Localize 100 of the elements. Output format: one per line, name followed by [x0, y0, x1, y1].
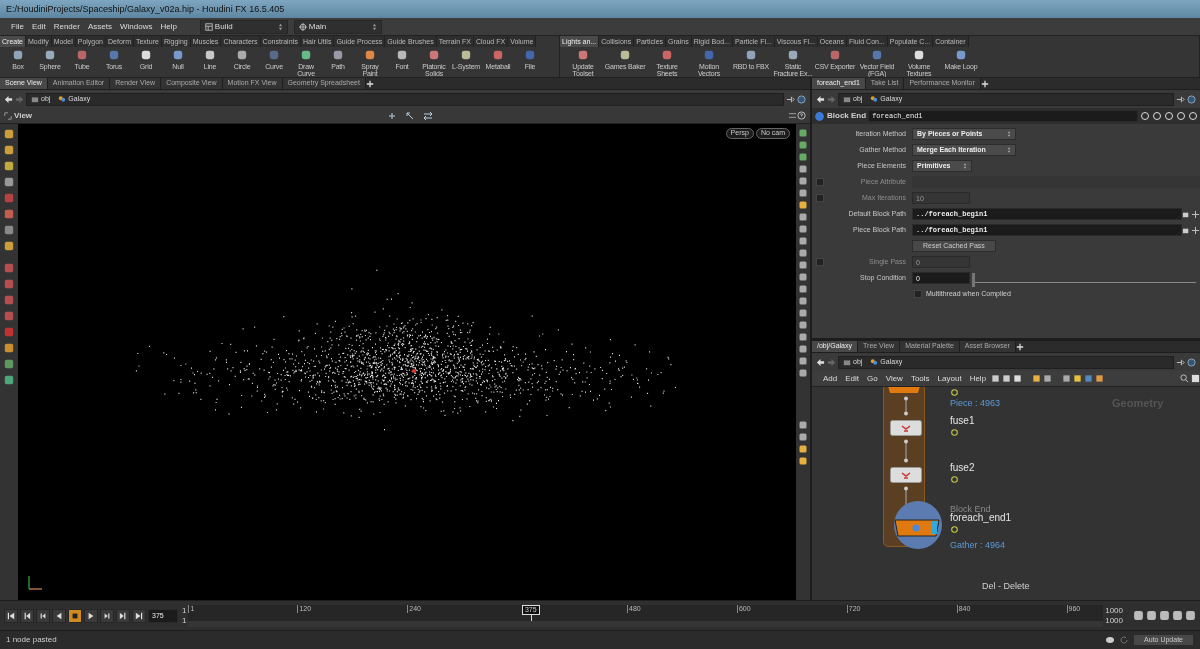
display-options-icon[interactable] — [788, 111, 797, 120]
menu-item[interactable]: File — [8, 21, 27, 32]
flag-icon — [951, 429, 958, 436]
dropdown[interactable]: Build — [199, 19, 288, 34]
next-frame-icon — [103, 611, 111, 620]
viewport-tool-icon[interactable] — [3, 240, 15, 252]
viewport-tool-icon[interactable] — [3, 208, 15, 220]
jump-icon[interactable] — [1191, 225, 1200, 235]
next-key-icon — [119, 611, 127, 620]
flag-icon — [951, 526, 958, 533]
menu-item[interactable]: Edit — [842, 373, 863, 384]
add-tab-icon[interactable] — [365, 79, 374, 88]
menu-item[interactable]: Help — [966, 373, 990, 384]
playback-button[interactable] — [20, 608, 34, 623]
shelf-tool-icon — [577, 49, 589, 61]
dropdown[interactable]: Main — [293, 19, 382, 34]
view-menu-icon[interactable] — [4, 111, 12, 120]
screen-icon[interactable] — [1191, 374, 1200, 383]
node-name: fuse1 — [950, 415, 975, 427]
menu-item[interactable]: Layout — [934, 373, 965, 384]
add-tab-icon[interactable] — [1015, 342, 1024, 351]
back-arrow-icon[interactable] — [4, 94, 13, 104]
grid-icon — [204, 22, 213, 31]
stop-icon — [71, 611, 79, 620]
playback-button[interactable] — [4, 608, 18, 623]
folder-icon — [843, 95, 851, 103]
playback-button[interactable] — [36, 608, 50, 623]
playback-button[interactable] — [100, 608, 114, 623]
slider-handle[interactable] — [972, 273, 975, 287]
swap-icon[interactable] — [423, 110, 434, 121]
viewport-tool-icon[interactable] — [3, 374, 15, 386]
fuse-node[interactable] — [890, 420, 922, 436]
shelf-tool-icon — [204, 49, 216, 61]
end-frame: 1000 — [1105, 615, 1123, 625]
node-info: Gather : 4964 — [950, 540, 1006, 551]
shelf-tool-icon — [268, 49, 280, 61]
playback-button[interactable] — [84, 608, 98, 623]
shelf-tool-icon — [12, 49, 24, 61]
playback-button[interactable] — [68, 608, 82, 623]
reverse-icon — [55, 611, 63, 620]
shelf-tool-icon — [44, 49, 56, 61]
node-type-label: Block End — [950, 504, 991, 514]
checkbox[interactable] — [914, 290, 922, 298]
menu-item[interactable]: Add — [820, 373, 841, 384]
shelf-tool-icon — [236, 49, 248, 61]
folder-icon — [843, 358, 851, 366]
shelf-tool-icon — [108, 49, 120, 61]
updown-icon — [371, 22, 377, 31]
viewport-tool-icon[interactable] — [3, 144, 15, 156]
playback-button[interactable] — [116, 608, 130, 623]
start-icon — [7, 611, 15, 620]
view-title: View — [14, 110, 33, 121]
shelf-tool-icon — [332, 49, 344, 61]
menu-item[interactable]: Windows — [116, 21, 156, 32]
shelf-tool-icon — [913, 49, 925, 61]
shelf-tool-icon — [661, 49, 673, 61]
viewport-tool-icon[interactable] — [3, 224, 15, 236]
menu-item[interactable]: Help — [157, 21, 180, 32]
block-end-node[interactable] — [894, 517, 940, 537]
shelf-tool-icon — [787, 49, 799, 61]
end-icon — [135, 611, 143, 620]
viewport-tool-icon[interactable] — [3, 358, 15, 370]
shelf-tool-icon — [428, 49, 440, 61]
flag-icon — [951, 389, 958, 396]
node-info: Piece : 4963 — [950, 398, 1001, 409]
prev-key-icon — [23, 611, 31, 620]
connector-line — [903, 396, 909, 416]
node-type-icon — [814, 110, 825, 122]
menu-item[interactable]: Assets — [84, 21, 115, 32]
prev-frame-icon — [39, 611, 47, 620]
node-name: fuse2 — [950, 462, 975, 474]
viewport-tool-icon[interactable] — [3, 128, 15, 140]
shelf-tool-icon — [619, 49, 631, 61]
shelf-tool-icon — [703, 49, 715, 61]
shelf-tool-icon — [140, 49, 152, 61]
start-frame: 1 — [182, 615, 187, 625]
back-arrow-icon[interactable] — [816, 94, 825, 104]
menu-item[interactable]: View — [882, 373, 906, 384]
chat-icon[interactable] — [1105, 635, 1116, 645]
menu-item[interactable]: Go — [864, 373, 881, 384]
fuse-node[interactable] — [890, 467, 922, 483]
menu-item[interactable]: Edit — [28, 21, 49, 32]
add-tab-icon[interactable] — [980, 79, 989, 88]
viewport-tool-icon[interactable] — [3, 176, 15, 188]
shelf-tool-icon — [76, 49, 88, 61]
menu-item[interactable]: Render — [50, 21, 83, 32]
menu-item[interactable]: Tools — [907, 373, 933, 384]
viewport-tool-icon[interactable] — [3, 160, 15, 172]
playback-button[interactable] — [132, 608, 146, 623]
jump-icon[interactable] — [1191, 209, 1200, 219]
back-arrow-icon[interactable] — [816, 357, 825, 367]
updown-icon — [277, 22, 283, 31]
connector-line — [903, 439, 909, 463]
shelf-tool-icon — [745, 49, 757, 61]
folder-icon — [31, 95, 39, 103]
viewport-tool-icon[interactable] — [3, 342, 15, 354]
playback-button[interactable] — [52, 608, 66, 623]
snap-icon[interactable] — [387, 110, 398, 121]
object-icon — [58, 95, 67, 103]
select-arrow-icon[interactable] — [405, 110, 416, 121]
